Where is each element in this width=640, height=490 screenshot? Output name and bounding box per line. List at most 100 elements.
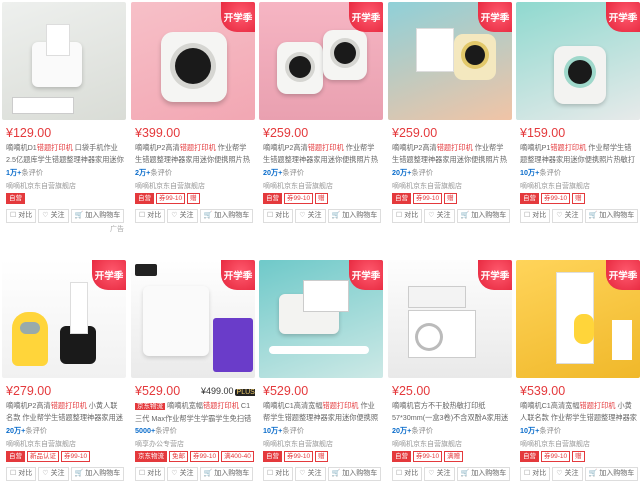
compare-button[interactable]: ☐ 对比 — [520, 467, 551, 481]
shop-name[interactable]: 嘀嘀机京东自营旗舰店 — [520, 181, 590, 191]
product-title[interactable]: 嘀嘀机C1高清宽幅错题打印机 作业帮学生错题整理神器家用迷你便携照片热敏打印 — [263, 400, 381, 424]
review-count[interactable]: 10万+条评价 — [263, 426, 304, 436]
product-title[interactable]: 嘀嘀机P2高清错题打印机 作业帮学生错题整理神器家用迷你便携照片热敏打印机 — [263, 142, 381, 166]
follow-button[interactable]: ♡ 关注 — [424, 209, 455, 223]
add-to-cart-button[interactable]: 🛒 加入购物车 — [456, 467, 511, 481]
product-title[interactable]: 嘀嘀机C1高清宽幅错题打印机 小黄人联名款 作业帮学生错题整理神器家用迷你便携 — [520, 400, 638, 424]
follow-button[interactable]: ♡ 关注 — [38, 209, 69, 223]
product-image[interactable]: 开学季 — [388, 2, 512, 120]
shop-name[interactable]: 嘀嘀机京东自营旗舰店 — [263, 439, 333, 449]
cart-icon: 🛒 — [74, 470, 84, 477]
service-tags: 京东物流 免邮 券99-10 满400-40 — [135, 451, 255, 462]
review-count[interactable]: 10万+条评价 — [520, 168, 561, 178]
product-title[interactable]: 嘀嘀机P1错题打印机 作业帮学生错题整理神器家用迷你便携照片热敏打印机 白 — [520, 142, 638, 166]
product-title[interactable]: 嘀嘀机官方不干胶热敏打印纸 57*30mm(一盒3卷)不含双酚A家用迷你便 — [392, 400, 510, 424]
review-count[interactable]: 5000+条评价 — [135, 426, 177, 436]
review-label: 条评价 — [155, 426, 177, 435]
compare-button[interactable]: ☐ 对比 — [392, 467, 423, 481]
shop-name[interactable]: 嘀嘀机京东自营旗舰店 — [135, 181, 205, 191]
compare-button[interactable]: ☐ 对比 — [520, 209, 551, 223]
product-image[interactable]: 开学季 — [516, 2, 640, 120]
service-tags: 自营 券99-10 赠 — [263, 451, 330, 462]
product-card[interactable]: ¥129.00 嘀嘀机D1错题打印机 口袋手机作业2.5亿题库学生错题整理神器家用… — [2, 0, 126, 232]
review-count[interactable]: 10万+条评价 — [520, 426, 561, 436]
shop-name[interactable]: 嘀嘀机京东自营旗舰店 — [263, 181, 333, 191]
ad-label: 广告 — [110, 226, 124, 232]
review-count[interactable]: 20万+条评价 — [392, 168, 433, 178]
compare-button[interactable]: ☐ 对比 — [135, 209, 166, 223]
review-count[interactable]: 20万+条评价 — [6, 426, 47, 436]
promo-badge: 开学季 — [606, 260, 640, 290]
product-card[interactable]: 开学季 ¥159.00 嘀嘀机P1错题打印机 作业帮学生错题整理神器家用迷你便携照片… — [516, 0, 640, 232]
review-count[interactable]: 2万+条评价 — [135, 168, 172, 178]
product-card[interactable]: 开学季 ¥259.00 嘀嘀机P2高清错题打印机 作业帮学生错题整理神器家用迷你便携… — [259, 0, 383, 232]
title-highlight: 错题打印机 — [179, 143, 216, 152]
compare-button[interactable]: ☐ 对比 — [6, 467, 37, 481]
product-title[interactable]: 嘀嘀机D1错题打印机 口袋手机作业2.5亿题库学生错题整理神器家用迷你便携手账 — [6, 142, 124, 166]
review-count[interactable]: 1万+条评价 — [6, 168, 43, 178]
promo-badge: 开学季 — [349, 260, 383, 290]
add-to-cart-button[interactable]: 🛒 加入购物车 — [584, 209, 639, 223]
product-image[interactable] — [2, 2, 126, 120]
product-title[interactable]: 嘀嘀机P2高清错题打印机 小黄人联名款 作业帮学生错题整理神器家用迷你便携 — [6, 400, 124, 424]
product-price: ¥159.00 — [520, 126, 566, 140]
product-card[interactable]: 开学季 ¥529.00 嘀嘀机C1高清宽幅错题打印机 作业帮学生错题整理神器家用迷你… — [259, 258, 383, 490]
product-image[interactable]: 开学季 — [131, 2, 255, 120]
add-to-cart-button[interactable]: 🛒 加入购物车 — [327, 209, 382, 223]
follow-button[interactable]: ♡ 关注 — [295, 209, 326, 223]
product-image[interactable]: 开学季 — [259, 2, 383, 120]
printer-shape — [143, 286, 209, 356]
product-image[interactable]: 开学季 — [2, 260, 126, 378]
product-title[interactable]: 京东物流嘀嘀机宽幅错题打印机 C1三代 Max作业帮学生学霸学生免扫错题整理神器 — [135, 400, 253, 424]
product-price: ¥529.00 — [263, 384, 309, 398]
follow-button[interactable]: ♡ 关注 — [552, 467, 583, 481]
compare-button[interactable]: ☐ 对比 — [392, 209, 423, 223]
compare-button[interactable]: ☐ 对比 — [263, 209, 294, 223]
follow-button[interactable]: ♡ 关注 — [424, 467, 455, 481]
shop-name[interactable]: 嘀嘀机京东自营旗舰店 — [6, 439, 76, 449]
product-image[interactable]: 开学季 — [388, 260, 512, 378]
shop-name[interactable]: 嘀嘀机京东自营旗舰店 — [392, 181, 462, 191]
product-grid: ¥129.00 嘀嘀机D1错题打印机 口袋手机作业2.5亿题库学生错题整理神器家用… — [0, 0, 640, 481]
follow-button[interactable]: ♡ 关注 — [552, 209, 583, 223]
product-card[interactable]: 开学季 ¥539.00 嘀嘀机C1高清宽幅错题打印机 小黄人联名款 作业帮学生错题整… — [516, 258, 640, 490]
product-title[interactable]: 嘀嘀机P2高清错题打印机 作业帮学生错题整理神器家用迷你便携照片热敏打印机 — [392, 142, 510, 166]
follow-button[interactable]: ♡ 关注 — [167, 467, 198, 481]
shop-name[interactable]: 嘀嘀机京东自营旗舰店 — [520, 439, 590, 449]
compare-button[interactable]: ☐ 对比 — [135, 467, 166, 481]
add-to-cart-button[interactable]: 🛒 加入购物车 — [199, 209, 254, 223]
product-image[interactable]: 开学季 — [131, 260, 255, 378]
product-image[interactable]: 开学季 — [259, 260, 383, 378]
add-to-cart-button[interactable]: 🛒 加入购物车 — [70, 209, 125, 223]
product-card[interactable]: 开学季 ¥529.00 ¥499.00 PLUS 京东物流 嘀嘀机宽幅错题打印机 C1三代… — [131, 258, 255, 490]
checkbox-icon: ☐ — [10, 470, 17, 477]
follow-button[interactable]: ♡ 关注 — [295, 467, 326, 481]
brand-tag: 京东物流 — [135, 403, 165, 410]
add-to-cart-button[interactable]: 🛒 加入购物车 — [327, 467, 382, 481]
product-card[interactable]: 开学季 ¥279.00 嘀嘀机P2高清错题打印机 小黄人联名款 作业帮学生错题整理神… — [2, 258, 126, 490]
add-to-cart-button[interactable]: 🛒 加入购物车 — [70, 467, 125, 481]
shop-name[interactable]: 嘀享办公专营店 — [135, 439, 184, 449]
service-tags: 自营 新品认证 券99-10 — [6, 451, 92, 462]
product-image[interactable]: 开学季 — [516, 260, 640, 378]
shop-name[interactable]: 嘀嘀机京东自营旗舰店 — [6, 181, 76, 191]
product-card[interactable]: 开学季 ¥259.00 嘀嘀机P2高清错题打印机 作业帮学生错题整理神器家用迷你便携… — [388, 0, 512, 232]
title-prefix: 嘀嘀机官方不干胶热敏打印纸 57*30mm(一盒3卷)不含双酚A家用迷你便 — [392, 401, 509, 422]
add-to-cart-button[interactable]: 🛒 加入购物车 — [456, 209, 511, 223]
title-highlight: 错题打印机 — [50, 401, 87, 410]
product-title[interactable]: 嘀嘀机P2高清错题打印机 作业帮学生错题整理神器家用迷你便携照片热敏打印机 — [135, 142, 253, 166]
compare-button[interactable]: ☐ 对比 — [263, 467, 294, 481]
follow-button[interactable]: ♡ 关注 — [167, 209, 198, 223]
service-tags: 自营 — [6, 193, 27, 204]
add-to-cart-button[interactable]: 🛒 加入购物车 — [584, 467, 639, 481]
compare-button[interactable]: ☐ 对比 — [6, 209, 37, 223]
shop-name[interactable]: 嘀嘀机京东自营旗舰店 — [392, 439, 462, 449]
review-count[interactable]: 20万+条评价 — [392, 426, 433, 436]
product-card[interactable]: 开学季 ¥25.00 嘀嘀机官方不干胶热敏打印纸 57*30mm(一盒3卷)不含双酚… — [388, 258, 512, 490]
service-tag: 券99-10 — [284, 193, 314, 204]
review-count[interactable]: 20万+条评价 — [263, 168, 304, 178]
follow-button[interactable]: ♡ 关注 — [38, 467, 69, 481]
product-card[interactable]: 开学季 ¥399.00 嘀嘀机P2高清错题打印机 作业帮学生错题整理神器家用迷你便携… — [131, 0, 255, 232]
add-to-cart-button[interactable]: 🛒 加入购物车 — [199, 467, 254, 481]
card-actions: ☐ 对比 ♡ 关注 🛒 加入购物车 — [263, 467, 382, 481]
